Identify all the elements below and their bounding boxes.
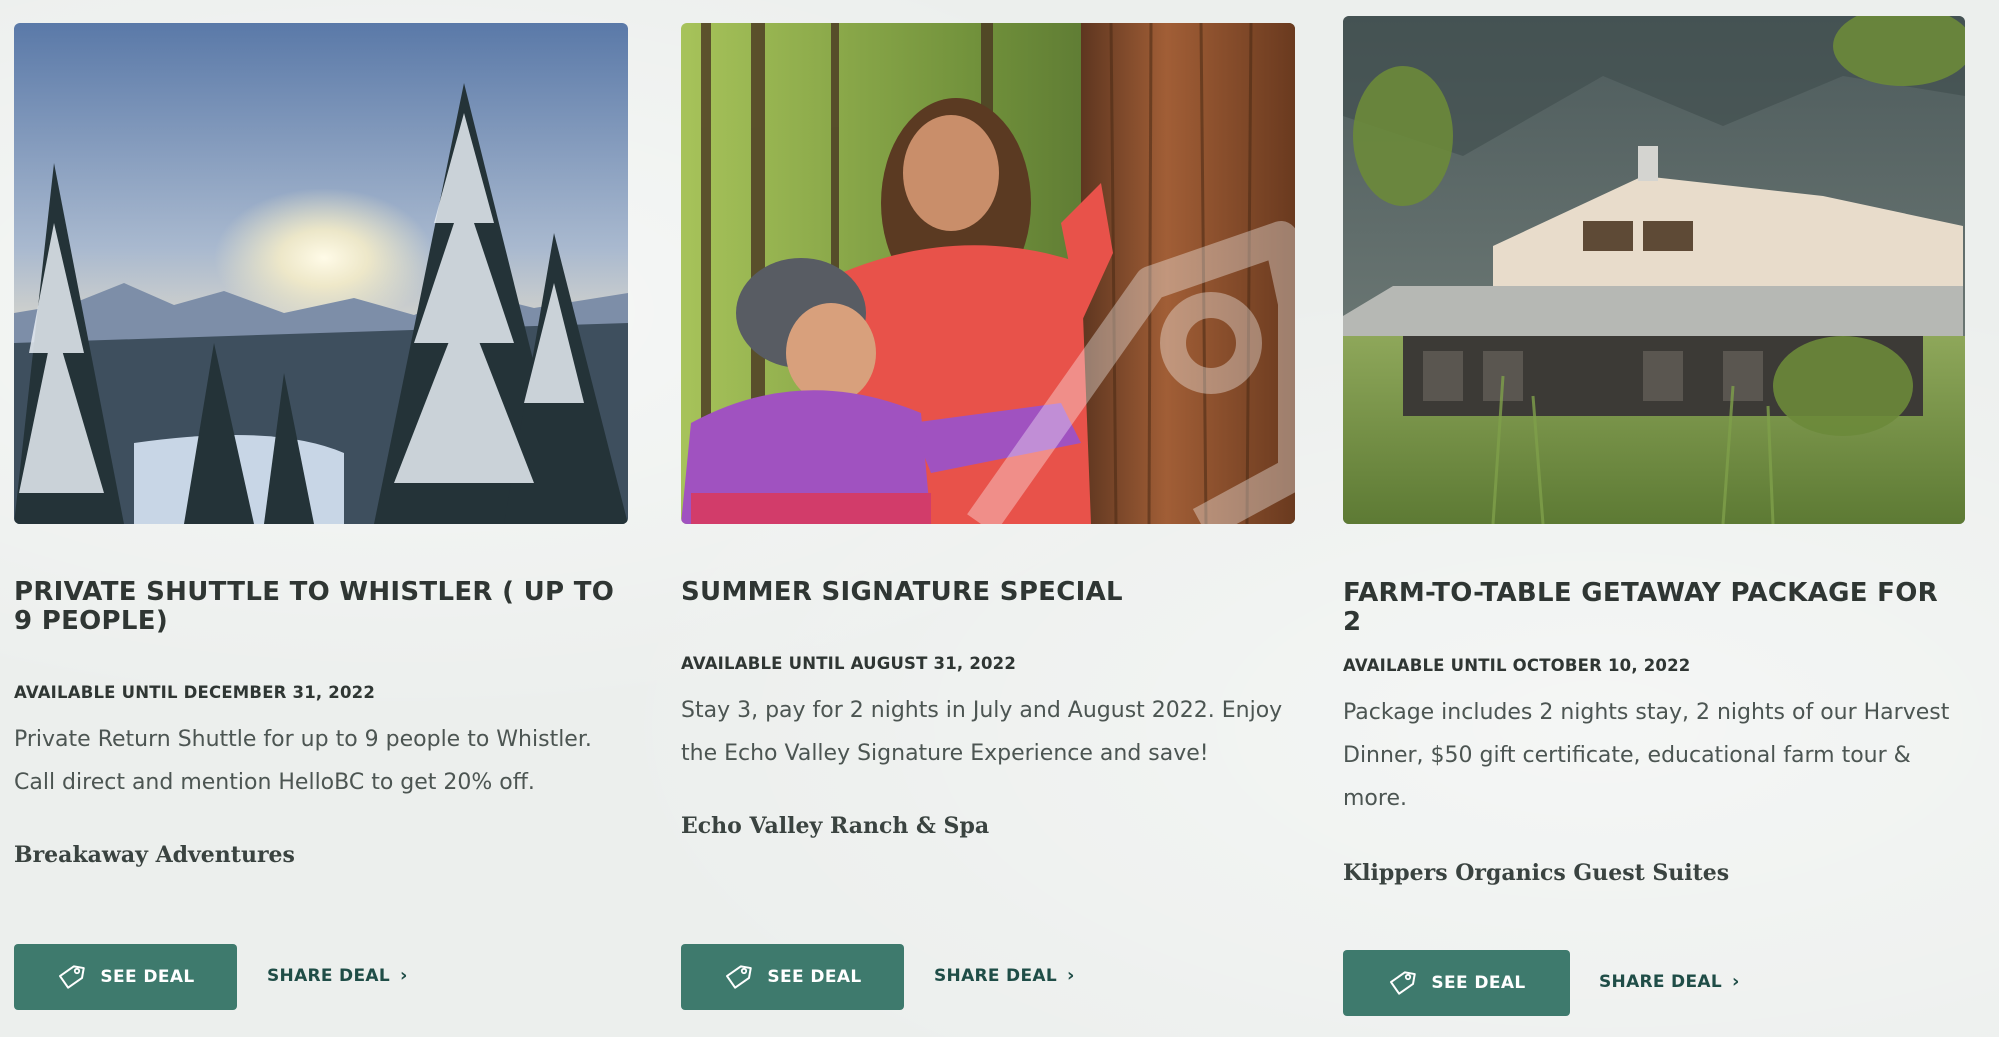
chevron-right-icon: › xyxy=(1066,965,1075,986)
share-deal-link[interactable]: SHARE DEAL › xyxy=(1599,972,1740,992)
deal-operator: Breakaway Adventures xyxy=(14,842,295,868)
farmhouse-meadow-photo xyxy=(1343,16,1965,524)
see-deal-button[interactable]: SEE DEAL xyxy=(681,944,904,1010)
see-deal-button[interactable]: SEE DEAL xyxy=(14,944,237,1010)
tag-icon xyxy=(59,965,86,989)
chevron-right-icon: › xyxy=(1731,971,1740,992)
children-in-forest-photo xyxy=(681,23,1295,524)
chevron-right-icon: › xyxy=(399,965,408,986)
tag-icon xyxy=(726,965,753,989)
see-deal-label: SEE DEAL xyxy=(767,967,862,987)
deal-image-children-forest[interactable] xyxy=(681,23,1295,524)
deals-page: PRIVATE SHUTTLE TO WHISTLER ( UP TO 9 PE… xyxy=(0,0,1999,1037)
tag-icon xyxy=(1390,971,1417,995)
deal-card-grid: PRIVATE SHUTTLE TO WHISTLER ( UP TO 9 PE… xyxy=(0,0,1999,1037)
snowy-mountain-forest-photo xyxy=(14,23,628,524)
see-deal-label: SEE DEAL xyxy=(100,967,195,987)
deal-availability: AVAILABLE UNTIL AUGUST 31, 2022 xyxy=(681,654,1017,673)
deal-operator: Echo Valley Ranch & Spa xyxy=(681,813,990,839)
deal-card: PRIVATE SHUTTLE TO WHISTLER ( UP TO 9 PE… xyxy=(14,0,628,1037)
deal-image-snowy-forest[interactable] xyxy=(14,23,628,524)
share-deal-label: SHARE DEAL xyxy=(934,966,1057,986)
share-deal-link[interactable]: SHARE DEAL › xyxy=(934,966,1075,986)
see-deal-button[interactable]: SEE DEAL xyxy=(1343,950,1570,1016)
share-deal-label: SHARE DEAL xyxy=(267,966,390,986)
share-deal-label: SHARE DEAL xyxy=(1599,972,1722,992)
deal-card: SUMMER SIGNATURE SPECIAL AVAILABLE UNTIL… xyxy=(681,0,1295,1037)
deal-title: FARM-TO-TABLE GETAWAY PACKAGE FOR 2 xyxy=(1343,578,1938,637)
deal-card: FARM-TO-TABLE GETAWAY PACKAGE FOR 2 AVAI… xyxy=(1343,0,1965,1037)
deal-image-farmhouse[interactable] xyxy=(1343,16,1965,524)
deal-operator: Klippers Organics Guest Suites xyxy=(1343,860,1730,886)
deal-availability: AVAILABLE UNTIL DECEMBER 31, 2022 xyxy=(14,683,376,702)
see-deal-label: SEE DEAL xyxy=(1431,973,1526,993)
deal-description: Package includes 2 nights stay, 2 nights… xyxy=(1343,700,1950,811)
deal-title: PRIVATE SHUTTLE TO WHISTLER ( UP TO 9 PE… xyxy=(14,577,615,636)
deal-title: SUMMER SIGNATURE SPECIAL xyxy=(681,577,1123,607)
deal-description: Stay 3, pay for 2 nights in July and Aug… xyxy=(681,698,1283,766)
share-deal-link[interactable]: SHARE DEAL › xyxy=(267,966,408,986)
deal-availability: AVAILABLE UNTIL OCTOBER 10, 2022 xyxy=(1343,656,1691,675)
deal-description: Private Return Shuttle for up to 9 peopl… xyxy=(14,727,592,795)
